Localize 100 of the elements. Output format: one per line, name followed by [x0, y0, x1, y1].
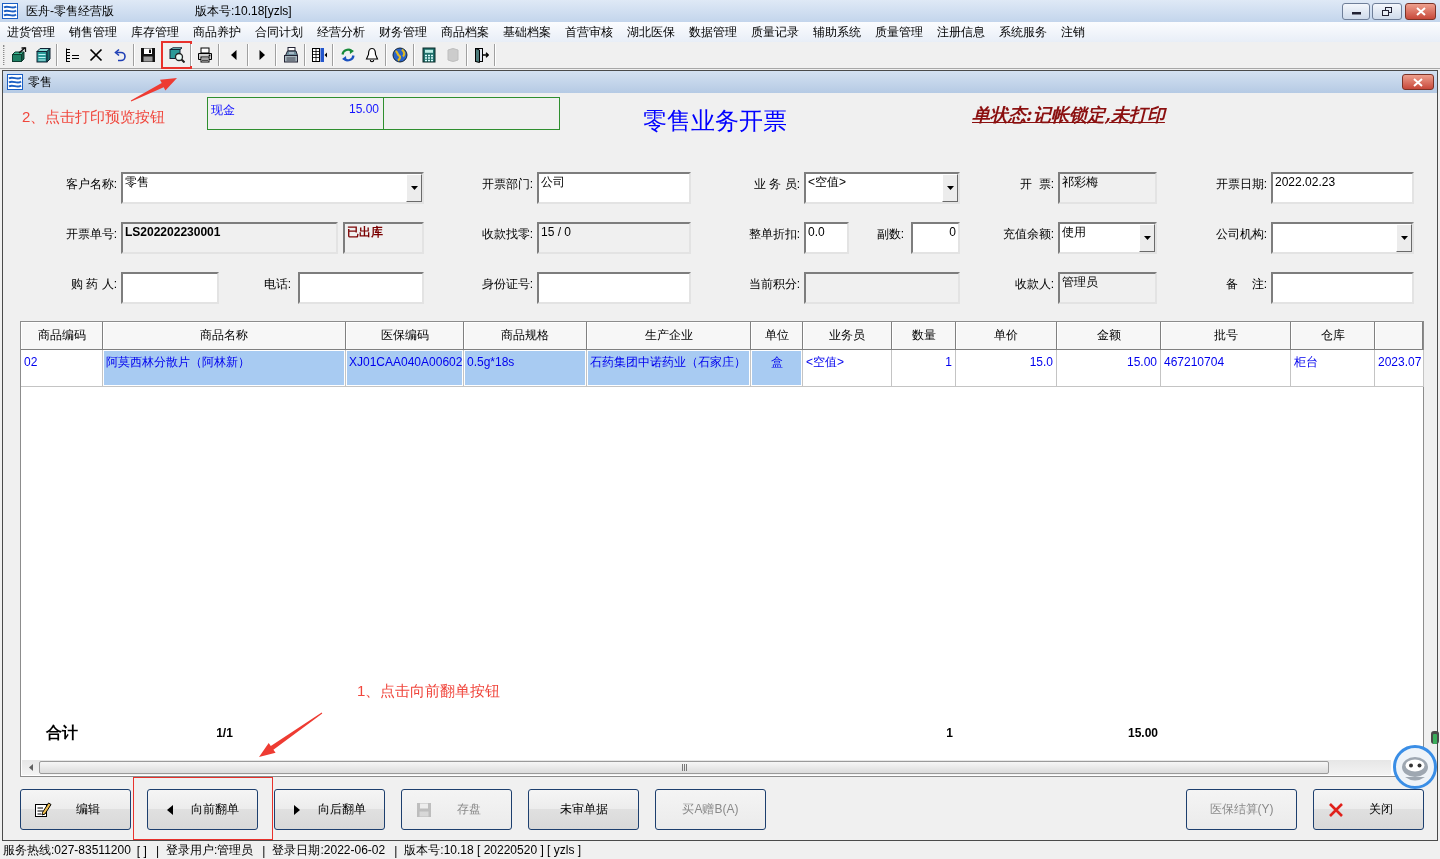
table-cell: 石药集团中诺药业（石家庄）: [587, 350, 751, 387]
number-field[interactable]: 0: [911, 222, 960, 254]
table-cell: 467210704: [1161, 350, 1291, 387]
column-header: 生产企业: [587, 322, 751, 350]
restore-button[interactable]: [1372, 2, 1402, 20]
action-button[interactable]: 未审单据: [528, 789, 639, 830]
menu-item[interactable]: 库存管理: [124, 23, 186, 41]
menu-item[interactable]: 注册信息: [930, 23, 992, 41]
total-quantity: 1: [945, 726, 954, 740]
caret-down-icon: [1400, 236, 1408, 240]
list-icon[interactable]: [63, 47, 80, 63]
close-icon: [1415, 6, 1426, 16]
menu-item[interactable]: 湖北医保: [620, 23, 682, 41]
minimize-button[interactable]: [1342, 2, 1370, 20]
field-label: 开票部门:: [481, 177, 533, 193]
close-button[interactable]: 关闭: [1313, 789, 1424, 830]
side-scroll-handle[interactable]: [1431, 731, 1439, 744]
delete-icon[interactable]: [87, 47, 104, 63]
text-field[interactable]: [298, 272, 424, 304]
calculator-icon[interactable]: [420, 47, 437, 63]
caret-down-icon: [410, 186, 418, 190]
text-field[interactable]: [537, 272, 691, 304]
caret-down-icon: [946, 186, 954, 190]
menu-item[interactable]: 销售管理: [62, 23, 124, 41]
text-field[interactable]: 公司: [537, 172, 691, 204]
dropdown-button[interactable]: [942, 174, 958, 202]
horizontal-scrollbar[interactable]: [22, 760, 1391, 775]
column-header: 数量: [892, 322, 956, 350]
caret-down-icon: [1143, 236, 1151, 240]
grip-icon: [681, 764, 687, 771]
invoice-title: 零售业务开票: [643, 107, 787, 135]
caret-left-icon: [167, 804, 173, 815]
menu-item[interactable]: 首营审核: [558, 23, 620, 41]
save-icon: [417, 802, 431, 817]
exit-door-icon[interactable]: [473, 47, 489, 63]
status-text: 登录日期:2022-06-02: [272, 842, 386, 859]
save-icon[interactable]: [140, 47, 156, 63]
globe-icon[interactable]: [392, 47, 408, 63]
printer-icon[interactable]: [197, 47, 213, 63]
combo-box[interactable]: 零售: [121, 172, 424, 204]
refresh-icon[interactable]: [339, 47, 356, 63]
readonly-field: 管理员: [1058, 272, 1157, 304]
field-label: 客户名称:: [65, 177, 117, 193]
status-separator: |: [155, 843, 159, 858]
app-logo-icon: [2, 3, 18, 19]
close-button[interactable]: [1405, 2, 1436, 20]
menu-item[interactable]: 质量记录: [744, 23, 806, 41]
menu-item[interactable]: 注销: [1054, 23, 1092, 41]
table-cell: 盒: [751, 350, 803, 387]
dropdown-button[interactable]: [1139, 224, 1155, 252]
menu-item[interactable]: 财务管理: [372, 23, 434, 41]
text-field[interactable]: [1271, 272, 1414, 304]
robot-assistant-icon[interactable]: [1393, 745, 1437, 789]
field-label: 开票单号:: [65, 227, 117, 243]
menu-item[interactable]: 基础档案: [496, 23, 558, 41]
text-field[interactable]: [121, 272, 219, 304]
close-button[interactable]: [1402, 74, 1434, 90]
version-label: 版本号:10.18[yzls]: [195, 2, 292, 20]
cabinet-icon[interactable]: [35, 47, 51, 63]
combo-box[interactable]: 使用: [1058, 222, 1157, 254]
scrollbar-thumb[interactable]: [39, 761, 1329, 774]
menu-item[interactable]: 辅助系统: [806, 23, 868, 41]
cash-register-icon[interactable]: [282, 47, 299, 63]
menu-item[interactable]: 合同计划: [248, 23, 310, 41]
text-field[interactable]: 0.0: [804, 222, 849, 254]
box-arrow-icon[interactable]: [11, 47, 27, 63]
menu-item[interactable]: 系统服务: [992, 23, 1054, 41]
table-cell: 2023.07: [1375, 350, 1425, 387]
annotation-arrow: [130, 78, 177, 102]
table-column-icon[interactable]: [311, 47, 327, 63]
totals-label: 合计: [45, 722, 79, 743]
document-number-field: LS202202230001: [121, 222, 338, 254]
close-icon: [1328, 801, 1344, 818]
field-label: 充值余额:: [1002, 227, 1054, 243]
previous-button[interactable]: 向前翻单: [147, 789, 258, 830]
field-label: 开票日期:: [1215, 177, 1267, 193]
combo-box[interactable]: [1271, 222, 1414, 254]
column-header: 仓库: [1291, 322, 1375, 350]
combo-box[interactable]: <空值>: [804, 172, 960, 204]
scroll-left-icon[interactable]: [28, 764, 33, 771]
next-button[interactable]: 向后翻单: [274, 789, 385, 830]
field-label: 收款找零:: [481, 227, 533, 243]
table-cell: <空值>: [803, 350, 892, 387]
dropdown-button[interactable]: [406, 174, 422, 202]
menu-item[interactable]: 商品档案: [434, 23, 496, 41]
print-preview-icon[interactable]: [168, 47, 185, 63]
field-label: 身份证号:: [481, 277, 533, 293]
menu-item[interactable]: 数据管理: [682, 23, 744, 41]
menu-item[interactable]: 经营分析: [310, 23, 372, 41]
menu-item[interactable]: 进货管理: [0, 23, 62, 41]
menu-item[interactable]: 商品养护: [186, 23, 248, 41]
edit-button[interactable]: 编辑: [20, 789, 131, 830]
bell-icon[interactable]: [363, 47, 380, 63]
dropdown-button[interactable]: [1396, 224, 1412, 252]
table-cell: 15.0: [956, 350, 1057, 387]
menu-item[interactable]: 质量管理: [868, 23, 930, 41]
undo-icon[interactable]: [111, 47, 128, 63]
field-label: 备 注:: [1226, 277, 1267, 293]
text-field[interactable]: 2022.02.23: [1271, 172, 1414, 204]
table-cell: 阿莫西林分散片（阿林新）: [103, 350, 346, 387]
